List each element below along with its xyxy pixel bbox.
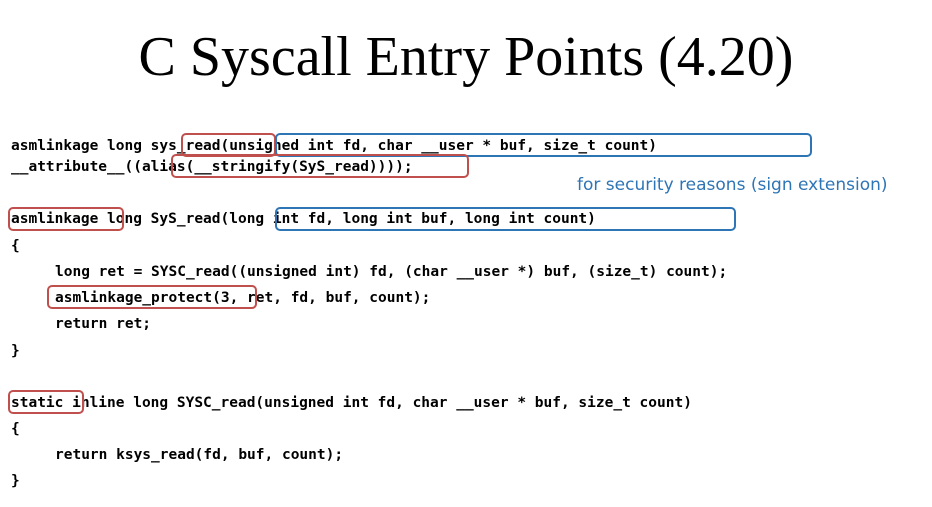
code-line: } xyxy=(11,343,20,359)
security-note: for security reasons (sign extension) xyxy=(577,175,888,195)
static-highlight xyxy=(8,390,84,414)
code-line: long ret = SYSC_read((unsigned int) fd, … xyxy=(55,264,728,280)
code-line: { xyxy=(11,238,20,254)
code-line: { xyxy=(11,421,20,437)
asmlinkage-highlight xyxy=(8,207,124,231)
code-line: static inline long SYSC_read(unsigned in… xyxy=(11,395,692,411)
slide-title: C Syscall Entry Points (4.20) xyxy=(138,26,794,88)
sys-read-long-params-highlight xyxy=(275,207,736,231)
code-line: return ret; xyxy=(55,316,152,332)
asmlinkage-protect-highlight xyxy=(47,285,257,309)
code-line: return ksys_read(fd, buf, count); xyxy=(55,447,344,463)
alias-highlight xyxy=(171,154,469,178)
code-line: } xyxy=(11,473,20,489)
